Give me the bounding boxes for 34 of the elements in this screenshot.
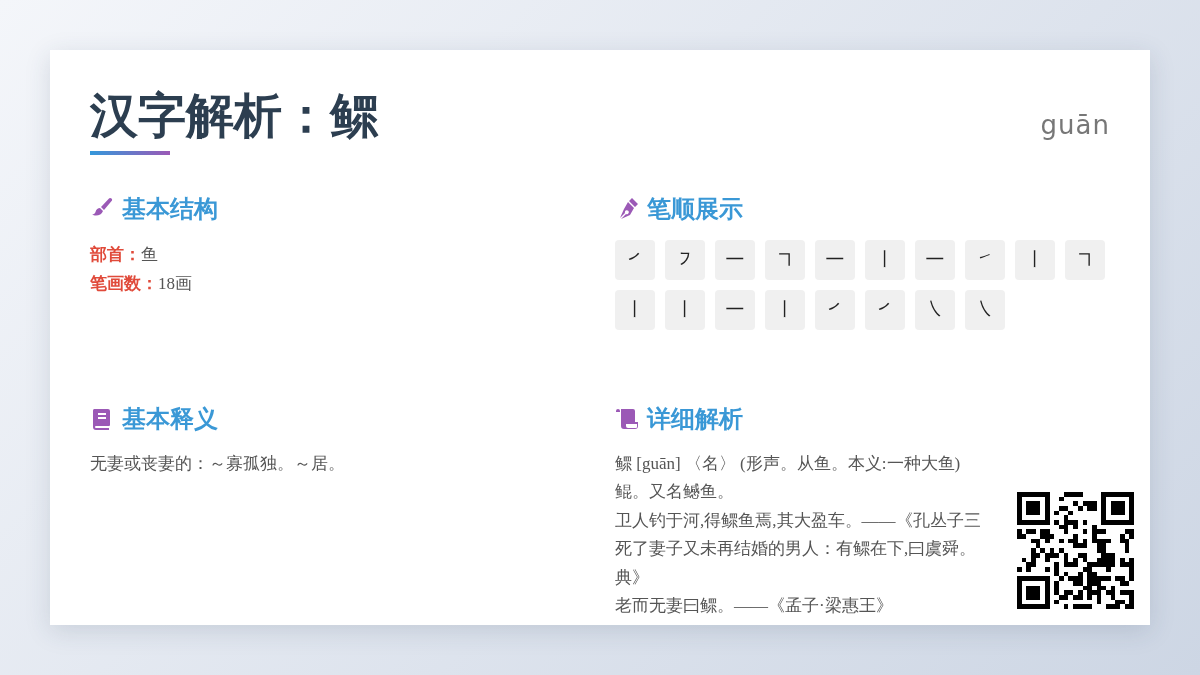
stroke-tile: 丨: [615, 289, 655, 330]
section-heading: 基本结构: [122, 194, 218, 224]
field-line: 部首：鱼: [90, 243, 159, 266]
section-heading: 详细解析: [647, 404, 743, 434]
stroke-tile: ㇇: [665, 239, 705, 280]
stroke-tile: ㇒: [815, 289, 855, 330]
text-line: 老而无妻曰鳏。——《孟子·梁惠王》: [615, 595, 894, 618]
text-line: 鳏 [guān] 〈名〉 (形声。从鱼。本义:一种大鱼): [615, 452, 962, 475]
stroke-tile: ㇐: [715, 239, 755, 280]
pinyin-text: guān: [1040, 109, 1110, 142]
stroke-tile: ㇕: [765, 239, 805, 280]
stroke-tile: ㇒: [865, 289, 905, 330]
stroke-tile: ㇒: [615, 239, 655, 280]
stroke-tile: ㇀: [965, 239, 1005, 280]
stroke-tile: 丨: [1015, 239, 1055, 280]
scroll-icon: [615, 407, 639, 432]
text-line: 典》: [615, 566, 650, 589]
stroke-tile: 丨: [665, 289, 705, 330]
section-heading: 基本释义: [122, 404, 218, 434]
section-heading: 笔顺展示: [647, 194, 743, 224]
stroke-tile: ㇐: [915, 239, 955, 280]
stroke-tile: ㇕: [1065, 239, 1105, 280]
field-line: 笔画数：18画: [90, 272, 193, 295]
stroke-tile: ㇏: [915, 289, 955, 330]
stroke-tile: 丨: [865, 239, 905, 280]
text-line: 鲲。又名鳡鱼。: [615, 481, 735, 504]
text-line: 死了妻子又未再结婚的男人：有鳏在下,曰虞舜。: [615, 538, 978, 561]
stroke-tile: ㇏: [965, 289, 1005, 330]
stroke-tile: ㇐: [815, 239, 855, 280]
text-line: 无妻或丧妻的：～寡孤独。～居。: [90, 452, 346, 475]
stroke-tile: 丨: [765, 289, 805, 330]
page-title: 汉字解析：鳏: [90, 90, 378, 143]
stroke-tile: ㇐: [715, 289, 755, 330]
text-line: 卫人钓于河,得鳏鱼焉,其大盈车。——《孔丛子三: [615, 509, 982, 532]
